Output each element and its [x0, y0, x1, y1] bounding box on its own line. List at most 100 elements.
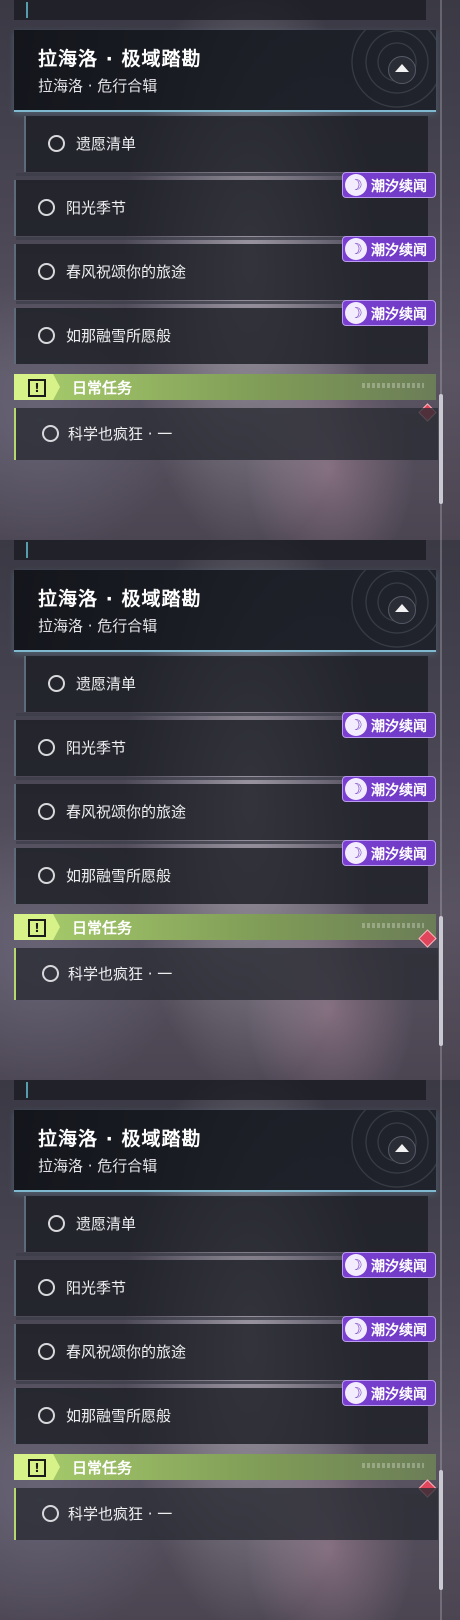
- quest-label: 如那融雪所愿般: [66, 1407, 172, 1425]
- quest-label: 科学也疯狂 · 一: [68, 1505, 173, 1523]
- daily-quest-item[interactable]: 科学也疯狂 · 一: [14, 408, 438, 460]
- quest-panel: 拉海洛 · 极域踏勘 拉海洛 · 危行合辑 遗愿清单 阳光季节 ☽ 潮汐续闻 春…: [0, 540, 460, 1080]
- quest-status-circle-icon: [38, 327, 55, 344]
- previous-entry-bar: [14, 540, 426, 560]
- exclamation-icon: !: [28, 379, 46, 397]
- tide-emblem-icon: ☽: [345, 302, 367, 324]
- quest-panel: 拉海洛 · 极域踏勘 拉海洛 · 危行合辑 遗愿清单 阳光季节 ☽ 潮汐续闻 春…: [0, 0, 460, 540]
- quest-label: 遗愿清单: [76, 1215, 137, 1233]
- quest-category-header[interactable]: 拉海洛 · 极域踏勘 拉海洛 · 危行合辑: [14, 30, 436, 112]
- daily-title: 日常任务: [72, 1459, 133, 1477]
- quest-label: 春风祝颂你的旅途: [66, 1343, 187, 1361]
- daily-quest-item[interactable]: 科学也疯狂 · 一: [14, 1488, 438, 1540]
- category-subtitle: 拉海洛 · 危行合辑: [38, 617, 158, 635]
- collapse-button[interactable]: [388, 1136, 416, 1164]
- quest-label: 科学也疯狂 · 一: [68, 425, 173, 443]
- quest-status-circle-icon: [48, 135, 65, 152]
- badge-label: 潮汐续闻: [371, 243, 427, 259]
- tide-emblem-icon: ☽: [345, 714, 367, 736]
- tide-story-badge: ☽ 潮汐续闻: [342, 300, 436, 326]
- daily-tasks-header[interactable]: ! 日常任务: [14, 1454, 436, 1480]
- quest-label: 遗愿清单: [76, 675, 137, 693]
- exclamation-icon: !: [28, 1459, 46, 1477]
- tide-story-badge: ☽ 潮汐续闻: [342, 172, 436, 198]
- quest-status-circle-icon: [42, 1505, 59, 1522]
- collapse-button[interactable]: [388, 596, 416, 624]
- tide-emblem-icon: ☽: [345, 1254, 367, 1276]
- tide-story-badge: ☽ 潮汐续闻: [342, 840, 436, 866]
- quest-status-circle-icon: [48, 1215, 65, 1232]
- quest-panel: 拉海洛 · 极域踏勘 拉海洛 · 危行合辑 遗愿清单 阳光季节 ☽ 潮汐续闻 春…: [0, 1080, 460, 1620]
- daily-icon-box: !: [14, 1454, 60, 1480]
- daily-icon-box: !: [14, 914, 60, 940]
- accent-tick: [26, 2, 28, 18]
- badge-label: 潮汐续闻: [371, 1259, 427, 1275]
- accent-tick: [26, 1082, 28, 1098]
- quest-item[interactable]: 遗愿清单: [24, 116, 428, 172]
- header-decoration: [362, 383, 424, 388]
- daily-tasks-header[interactable]: ! 日常任务: [14, 914, 436, 940]
- map-contour-decoration: [306, 30, 436, 110]
- map-contour-decoration: [306, 1110, 436, 1190]
- badge-label: 潮汐续闻: [371, 719, 427, 735]
- quest-label: 科学也疯狂 · 一: [68, 965, 173, 983]
- tide-story-badge: ☽ 潮汐续闻: [342, 712, 436, 738]
- map-contour-decoration: [306, 570, 436, 650]
- badge-label: 潮汐续闻: [371, 307, 427, 323]
- quest-label: 遗愿清单: [76, 135, 137, 153]
- quest-label: 春风祝颂你的旅途: [66, 263, 187, 281]
- tide-story-badge: ☽ 潮汐续闻: [342, 776, 436, 802]
- quest-status-circle-icon: [38, 199, 55, 216]
- tide-emblem-icon: ☽: [345, 1382, 367, 1404]
- quest-item[interactable]: 遗愿清单: [24, 656, 428, 712]
- daily-icon-box: !: [14, 374, 60, 400]
- quest-category-header[interactable]: 拉海洛 · 极域踏勘 拉海洛 · 危行合辑: [14, 570, 436, 652]
- quest-status-circle-icon: [38, 1279, 55, 1296]
- previous-entry-bar: [14, 0, 426, 20]
- tide-story-badge: ☽ 潮汐续闻: [342, 236, 436, 262]
- quest-status-circle-icon: [38, 1343, 55, 1360]
- quest-status-circle-icon: [38, 803, 55, 820]
- badge-label: 潮汐续闻: [371, 1323, 427, 1339]
- tide-story-badge: ☽ 潮汐续闻: [342, 1316, 436, 1342]
- daily-tasks-header[interactable]: ! 日常任务: [14, 374, 436, 400]
- scrollbar-thumb[interactable]: [439, 394, 443, 504]
- quest-label: 春风祝颂你的旅途: [66, 803, 187, 821]
- category-subtitle: 拉海洛 · 危行合辑: [38, 1157, 158, 1175]
- quest-label: 阳光季节: [66, 1279, 127, 1297]
- chevron-up-icon: [395, 64, 409, 72]
- badge-label: 潮汐续闻: [371, 179, 427, 195]
- quest-label: 阳光季节: [66, 739, 127, 757]
- chevron-up-icon: [395, 1144, 409, 1152]
- daily-quest-item[interactable]: 科学也疯狂 · 一: [14, 948, 438, 1000]
- quest-status-circle-icon: [38, 1407, 55, 1424]
- tide-story-badge: ☽ 潮汐续闻: [342, 1380, 436, 1406]
- tide-emblem-icon: ☽: [345, 778, 367, 800]
- quest-status-circle-icon: [48, 675, 65, 692]
- quest-item[interactable]: 遗愿清单: [24, 1196, 428, 1252]
- quest-status-circle-icon: [38, 263, 55, 280]
- scrollbar-thumb[interactable]: [439, 1470, 443, 1590]
- category-title: 拉海洛 · 极域踏勘: [38, 1128, 202, 1150]
- quest-label: 如那融雪所愿般: [66, 867, 172, 885]
- quest-category-header[interactable]: 拉海洛 · 极域踏勘 拉海洛 · 危行合辑: [14, 1110, 436, 1192]
- daily-title: 日常任务: [72, 379, 133, 397]
- quest-label: 阳光季节: [66, 199, 127, 217]
- tide-emblem-icon: ☽: [345, 842, 367, 864]
- category-subtitle: 拉海洛 · 危行合辑: [38, 77, 158, 95]
- tide-story-badge: ☽ 潮汐续闻: [342, 1252, 436, 1278]
- quest-status-circle-icon: [38, 867, 55, 884]
- scrollbar-thumb[interactable]: [439, 916, 443, 1046]
- exclamation-icon: !: [28, 919, 46, 937]
- tide-emblem-icon: ☽: [345, 238, 367, 260]
- previous-entry-bar: [14, 1080, 426, 1100]
- chevron-up-icon: [395, 604, 409, 612]
- collapse-button[interactable]: [388, 56, 416, 84]
- daily-title: 日常任务: [72, 919, 133, 937]
- badge-label: 潮汐续闻: [371, 1387, 427, 1403]
- tide-emblem-icon: ☽: [345, 174, 367, 196]
- tide-emblem-icon: ☽: [345, 1318, 367, 1340]
- accent-tick: [26, 542, 28, 558]
- header-decoration: [362, 923, 424, 928]
- category-title: 拉海洛 · 极域踏勘: [38, 48, 202, 70]
